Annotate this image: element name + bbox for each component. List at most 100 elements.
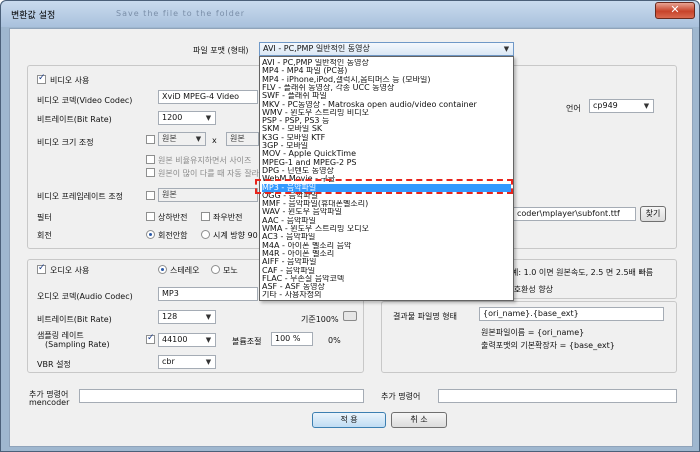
output-hint-ori: 원본파일이름 = {ori_name} — [481, 328, 585, 337]
apply-button[interactable]: 적 용 — [312, 412, 386, 428]
video-codec-select[interactable]: XviD MPEG-4 Video — [158, 90, 258, 104]
format-option[interactable]: MP4 - iPhone,iPod,갤럭시,옵티머스 등 (모바일) — [262, 76, 511, 84]
format-option[interactable]: WMV - 윈도우 스트리밍 비디오 — [262, 109, 511, 117]
stereo-radio[interactable] — [158, 265, 167, 274]
output-filename-value: {ori_name}.{base_ext} — [483, 309, 579, 318]
filter-label: 필터 — [37, 213, 52, 222]
chevron-down-icon: ▼ — [643, 102, 650, 110]
format-option[interactable]: DPG - 닌텐도 동영상 — [262, 167, 511, 175]
audio-enable-checkbox[interactable] — [37, 263, 46, 274]
chevron-down-icon: ▼ — [503, 45, 510, 53]
subtitle-font-path-input[interactable]: coder\mplayer\subfont.ttf — [513, 207, 636, 221]
format-option[interactable]: FLAC - 무손실 음악코덱 — [262, 275, 511, 283]
window-title: 변환값 설정 — [11, 11, 56, 21]
format-option[interactable]: MP4 - MP4 파일 (PC용) — [262, 67, 511, 75]
format-option[interactable]: 기타 - 사용자정의 — [262, 291, 511, 299]
language-label: 언어 — [566, 104, 581, 113]
rotate-none-label: 회전안함 — [158, 231, 188, 240]
sample-rate-checkbox[interactable] — [146, 333, 155, 344]
sample-rate-value: 44100 — [162, 335, 188, 344]
format-option[interactable]: AC3 - 음악파일 — [262, 233, 511, 241]
format-option[interactable]: WMA - 윈도우 스트리밍 오디오 — [262, 225, 511, 233]
format-option[interactable]: SKM - 모바일 SK — [262, 125, 511, 133]
browse-button[interactable]: 찾기 — [640, 206, 666, 222]
video-bitrate-select[interactable]: 1200 ▼ — [158, 111, 216, 125]
video-width-select[interactable]: 원본 ▼ — [158, 132, 206, 146]
speed-compat-label: /호환성 향상 — [511, 285, 554, 294]
video-width-value: 원본 — [162, 134, 177, 143]
extra-cmd-mencoder-input[interactable] — [79, 389, 364, 403]
format-option[interactable]: MMF - 음악파일(휴대폰벨소리) — [262, 200, 511, 208]
video-bitrate-label: 비트레이트(Bit Rate) — [37, 115, 112, 124]
audio-enable-label: 오디오 사용 — [50, 266, 90, 275]
flip-lr-label: 좌우반전 — [213, 213, 243, 222]
volume-slider-thumb[interactable] — [343, 311, 357, 321]
format-option[interactable]: M4R - 아이폰 벨소리 — [262, 250, 511, 258]
format-option[interactable]: MOV - Apple QuickTime — [262, 150, 511, 158]
format-option[interactable]: MKV - PC동영상 - Matroska open audio/video … — [262, 101, 511, 109]
size-times-label: x — [212, 136, 217, 145]
video-height-select[interactable]: 원본 — [226, 132, 259, 146]
format-option[interactable]: M4A - 아이폰 벨소리 음악 — [262, 242, 511, 250]
auto-crop-checkbox[interactable] — [146, 168, 155, 177]
rotate-cw-radio[interactable] — [201, 230, 210, 239]
rotate-cw-label: 시계 방향 90 — [213, 231, 258, 240]
format-option[interactable]: 3GP - 모바일 — [262, 142, 511, 150]
audio-bitrate-value: 128 — [162, 312, 178, 321]
mono-radio[interactable] — [211, 265, 220, 274]
fps-value: 원본 — [162, 190, 177, 199]
volume-value: 100 % — [275, 334, 301, 343]
video-enable-checkbox[interactable] — [37, 73, 46, 84]
audio-bitrate-select[interactable]: 128 ▼ — [158, 310, 216, 324]
audio-codec-select[interactable]: MP3 — [158, 287, 258, 301]
rotate-label: 회전 — [37, 231, 52, 240]
cancel-button[interactable]: 취 소 — [391, 412, 447, 428]
format-option[interactable]: CAF - 음악파일 — [262, 267, 511, 275]
language-select[interactable]: cp949 ▼ — [589, 99, 654, 113]
video-size-label: 비디오 크기 조정 — [37, 138, 94, 147]
format-option[interactable]: WAV - 윈도우 음악파일 — [262, 208, 511, 216]
format-option[interactable]: MPEG-1 and MPEG-2 PS — [262, 159, 511, 167]
flip-ud-label: 상하반전 — [158, 213, 188, 222]
file-format-select[interactable]: AVI - PC,PMP 일반적인 동영상 ▼ — [259, 42, 514, 56]
format-option[interactable]: PSP - PSP, PS3 등 — [262, 117, 511, 125]
volume-input[interactable]: 100 % — [271, 332, 313, 346]
rotate-none-radio[interactable] — [146, 230, 155, 239]
extra-cmd-right-label: 추가 명령어 — [381, 392, 421, 401]
vbr-label: VBR 설정 — [37, 360, 71, 369]
flip-ud-checkbox[interactable] — [146, 212, 155, 221]
close-button[interactable]: ✕ — [655, 2, 695, 19]
output-filename-input[interactable]: {ori_name}.{base_ext} — [479, 307, 664, 321]
mono-label: 모노 — [223, 266, 238, 275]
fps-label: 비디오 프레임레이트 조정 — [37, 192, 124, 201]
fps-select[interactable]: 원본 — [158, 188, 258, 202]
extra-cmd-right-input[interactable] — [438, 389, 677, 403]
stereo-label: 스테레오 — [170, 266, 200, 275]
format-option[interactable]: SWF - 플래쉬 파일 — [262, 92, 511, 100]
video-enable-label: 비디오 사용 — [50, 76, 90, 85]
format-option[interactable]: AAC - 음악파일 — [262, 217, 511, 225]
volume-min-label: 0% — [328, 336, 341, 345]
title-bar[interactable]: 변환값 설정 Save the file to the folder ✕ — [1, 1, 699, 27]
vbr-select[interactable]: cbr ▼ — [158, 355, 216, 369]
sample-rate-select[interactable]: 44100 ▼ — [158, 333, 216, 347]
video-size-checkbox[interactable] — [146, 135, 155, 144]
file-format-value: AVI - PC,PMP 일반적인 동영상 — [263, 44, 370, 53]
chevron-down-icon: ▼ — [205, 114, 212, 122]
fps-checkbox[interactable] — [146, 191, 155, 200]
keep-ratio-label: 원본 비율유지하면서 사이즈 — [158, 156, 252, 165]
format-option[interactable]: AIFF - 음악파일 — [262, 258, 511, 266]
format-option[interactable]: K3G - 모바일 KTF — [262, 134, 511, 142]
selection-highlight-box — [255, 179, 513, 194]
chevron-down-icon: ▼ — [205, 358, 212, 366]
language-value: cp949 — [593, 101, 618, 110]
flip-lr-checkbox[interactable] — [201, 212, 210, 221]
output-hint-ext: 출력포맷의 기본확장자 = {base_ext} — [481, 341, 615, 350]
file-format-label: 파일 포맷 (형태) — [193, 46, 249, 55]
video-height-value: 원본 — [230, 134, 245, 143]
format-option[interactable]: ASF - ASF 동영상 — [262, 283, 511, 291]
chevron-down-icon: ▼ — [195, 135, 202, 143]
keep-ratio-checkbox[interactable] — [146, 155, 155, 164]
format-option[interactable]: FLV - 플래쉬 동영상, 각종 UCC 동영상 — [262, 84, 511, 92]
format-option[interactable]: AVI - PC,PMP 일반적인 동영상 — [262, 59, 511, 67]
